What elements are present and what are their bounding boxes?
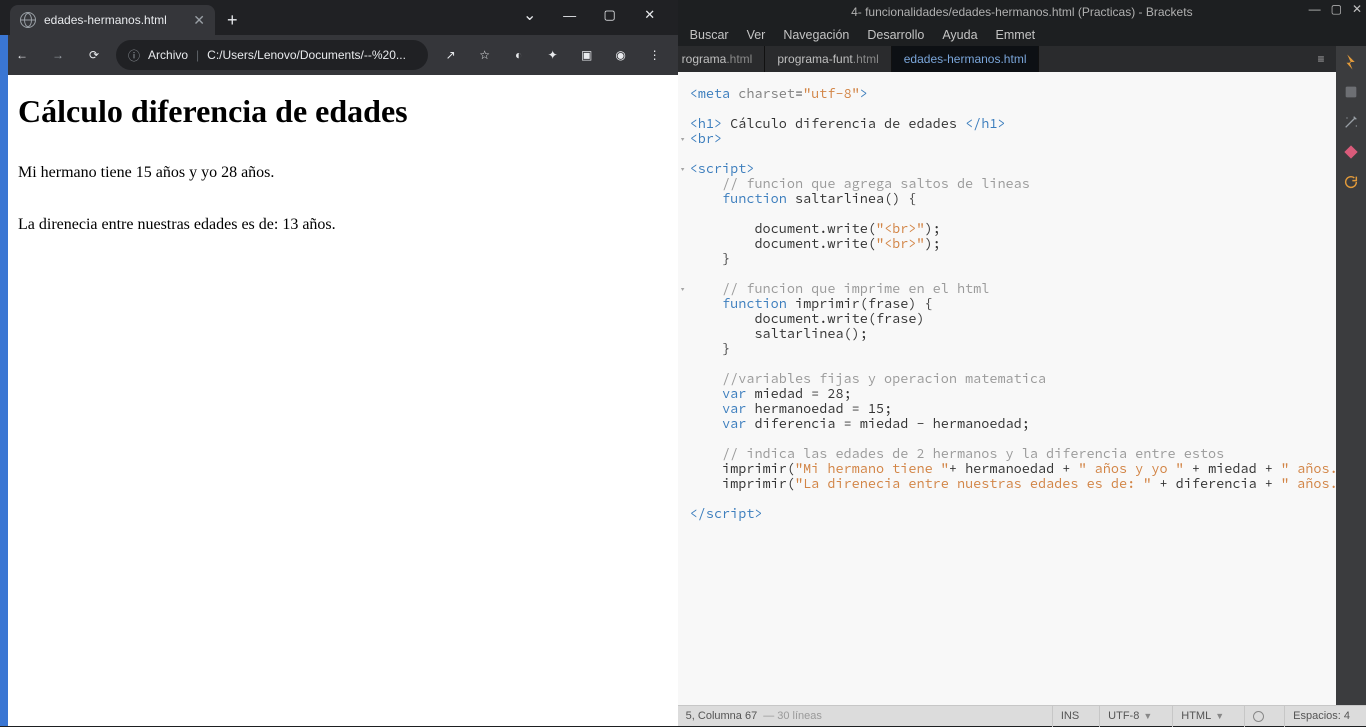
editor-title: 4- funcionalidades/edades-hermanos.html … [851,5,1192,19]
page-line-1: Mi hermano tiene 15 años y yo 28 años. [18,164,660,182]
menu-item[interactable]: Navegación [783,28,849,42]
menu-item[interactable]: Emmet [996,28,1036,42]
address-bar[interactable]: ⓘ Archivo | C:/Users/Lenovo/Documents/--… [116,40,428,70]
close-button[interactable]: ✕ [630,0,670,30]
cursor-position[interactable]: 5, Columna 67 [686,710,758,722]
update-icon[interactable]: ◐ [504,40,534,70]
git-icon[interactable] [1341,142,1361,162]
extension-icon[interactable] [1341,82,1361,102]
tab-name: rograma [682,52,727,66]
browser-tab[interactable]: edades-hermanos.html ✕ [10,5,215,35]
insert-mode[interactable]: INS [1052,706,1087,727]
separator: | [196,48,199,62]
panel-icon[interactable]: ▣ [572,40,602,70]
url-path: C:/Users/Lenovo/Documents/--%20... [207,48,406,62]
editor-tab[interactable]: programa-funt.html [765,46,891,72]
maximize-button[interactable]: ▢ [590,0,630,30]
reload-button[interactable]: ⟳ [80,41,108,69]
new-tab-button[interactable]: + [227,10,238,31]
tab-ext: .html [726,52,752,66]
tab-ext: .html [853,52,879,66]
lint-status[interactable] [1244,706,1272,727]
tabs-menu-button[interactable]: ≡ [1306,46,1336,72]
tab-name: programa-funt [777,52,852,66]
window-controls: ⌄ — ▢ ✕ [510,0,670,30]
extensions-icon[interactable]: ✦ [538,40,568,70]
page-title: Cálculo diferencia de edades [18,93,660,130]
star-icon[interactable]: ☆ [470,40,500,70]
editor-tab-active[interactable]: edades-hermanos.html [892,46,1040,72]
reload-icon[interactable] [1341,172,1361,192]
minimize-button[interactable]: — [1309,2,1321,16]
globe-icon [20,12,36,28]
menu-item[interactable]: Ayuda [942,28,977,42]
editor-window-controls: — ▢ ✕ [1309,2,1362,16]
back-button[interactable]: ← [8,41,36,69]
menu-item[interactable]: Buscar [690,28,729,42]
tab-name: edades-hermanos.html [904,52,1027,66]
indent-mode[interactable]: Espacios: 4 [1284,706,1358,727]
line-count: — 30 líneas [763,710,822,722]
status-bar: 5, Columna 67 — 30 líneas INS UTF-8▼ HTM… [678,705,1366,726]
close-button[interactable]: ✕ [1352,2,1362,16]
dropdown-icon[interactable]: ⌄ [510,0,550,30]
toolbar-icons: ↗ ☆ ◐ ✦ ▣ ◉ ⋮ [436,40,670,70]
close-icon[interactable]: ✕ [193,12,205,29]
info-icon[interactable]: ⓘ [128,47,140,64]
encoding[interactable]: UTF-8▼ [1099,706,1160,727]
browser-window: edades-hermanos.html ✕ + ⌄ — ▢ ✕ ← → ⟳ ⓘ… [0,0,678,726]
window-edge [0,0,8,726]
page-line-2: La direnecia entre nuestras edades es de… [18,216,660,234]
profile-icon[interactable]: ◉ [606,40,636,70]
wand-icon[interactable] [1341,112,1361,132]
editor-menu: Buscar Ver Navegación Desarrollo Ayuda E… [678,24,1366,46]
gutter: ▾▾▾ [678,72,688,705]
menu-icon[interactable]: ⋮ [640,40,670,70]
code-area[interactable]: <meta charset="utf-8"> <h1> Cálculo dife… [688,72,1366,705]
editor-titlebar: 4- funcionalidades/edades-hermanos.html … [678,0,1366,24]
live-preview-icon[interactable] [1341,52,1361,72]
maximize-button[interactable]: ▢ [1331,2,1342,16]
share-icon[interactable]: ↗ [436,40,466,70]
forward-button[interactable]: → [44,41,72,69]
tab-title: edades-hermanos.html [44,13,167,27]
editor-window: 4- funcionalidades/edades-hermanos.html … [678,0,1366,726]
status-position: 5, Columna 67 — 30 líneas [686,710,822,722]
page-content: Cálculo diferencia de edades Mi hermano … [0,75,678,726]
circle-icon [1253,711,1264,722]
menu-item[interactable]: Desarrollo [867,28,924,42]
editor-sidebar [1336,46,1366,705]
browser-titlebar: edades-hermanos.html ✕ + ⌄ — ▢ ✕ [0,0,678,35]
editor-tabs: rograma.html programa-funt.html edades-h… [678,46,1336,72]
menu-item[interactable]: Ver [747,28,766,42]
editor-tab[interactable]: rograma.html [678,46,766,72]
browser-toolbar: ← → ⟳ ⓘ Archivo | C:/Users/Lenovo/Docume… [0,35,678,75]
minimize-button[interactable]: — [550,0,590,30]
url-scheme: Archivo [148,48,188,62]
language-mode[interactable]: HTML▼ [1172,706,1232,727]
editor-body: ▾▾▾ <meta charset="utf-8"> <h1> Cálculo … [678,72,1366,705]
